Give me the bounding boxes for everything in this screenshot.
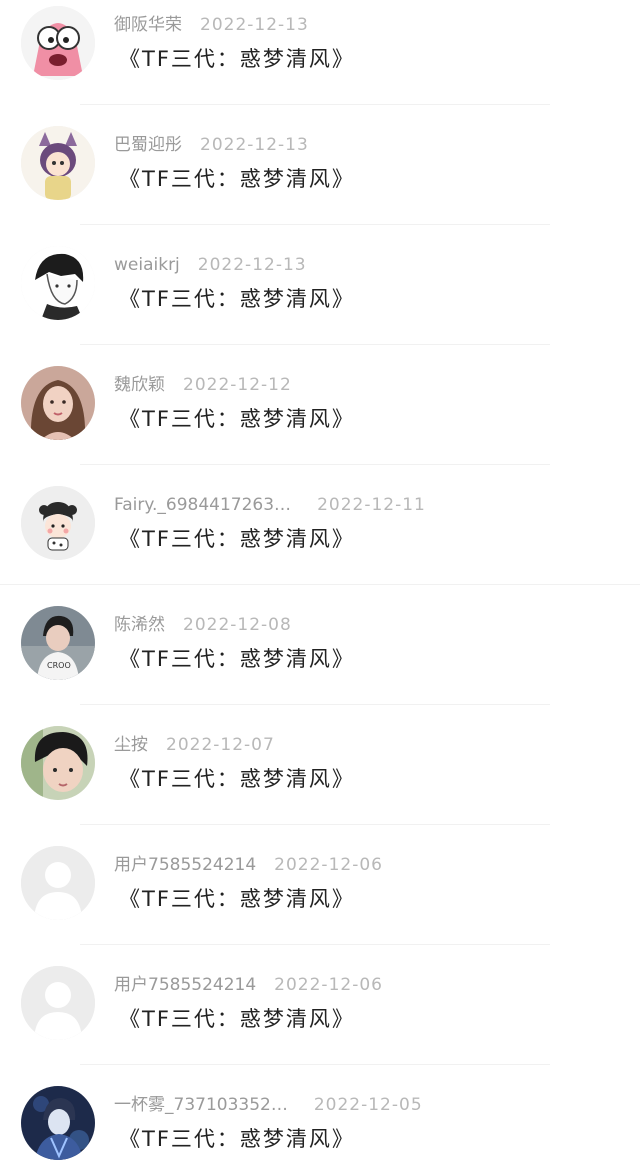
divider bbox=[80, 344, 550, 345]
username[interactable]: 巴蜀迎彤 bbox=[114, 135, 182, 155]
comment-date: 2022-12-11 bbox=[317, 495, 426, 515]
cartoon-girl-icon bbox=[21, 486, 95, 560]
comment-date: 2022-12-06 bbox=[274, 855, 383, 875]
comment-text: 《TF三代：惑梦清风》 bbox=[119, 1127, 355, 1151]
username[interactable]: Fairy._6984417263… bbox=[114, 495, 291, 515]
avatar[interactable]: CROO bbox=[21, 606, 95, 680]
comment-meta: 用户7585524214 2022-12-06 bbox=[114, 974, 383, 996]
comment-item: weiaikrj 2022-12-13 《TF三代：惑梦清风》 bbox=[0, 240, 640, 360]
comment-meta: 巴蜀迎彤 2022-12-13 bbox=[114, 134, 309, 156]
comment-item: 用户7585524214 2022-12-06 《TF三代：惑梦清风》 bbox=[0, 840, 640, 960]
comment-list: 御阪华荣 2022-12-13 《TF三代：惑梦清风》 巴蜀迎彤 2022-12-1… bbox=[0, 0, 640, 1165]
comment-meta: 尘按 2022-12-07 bbox=[114, 734, 275, 756]
divider bbox=[80, 1064, 550, 1065]
comment-item: 魏欣颖 2022-12-12 《TF三代：惑梦清风》 bbox=[0, 360, 640, 480]
comment-item: CROO 陈浠然 2022-12-08 《TF三代：惑梦清风》 bbox=[0, 600, 640, 720]
comment-text: 《TF三代：惑梦清风》 bbox=[119, 407, 355, 431]
username[interactable]: 魏欣颖 bbox=[114, 375, 165, 395]
comment-meta: 魏欣颖 2022-12-12 bbox=[114, 374, 292, 396]
comment-date: 2022-12-13 bbox=[200, 135, 309, 155]
comment-meta: Fairy._6984417263… 2022-12-11 bbox=[114, 494, 426, 516]
comment-item: 巴蜀迎彤 2022-12-13 《TF三代：惑梦清风》 bbox=[0, 120, 640, 240]
comment-text: 《TF三代：惑梦清风》 bbox=[119, 1007, 355, 1031]
avatar[interactable] bbox=[21, 6, 95, 80]
comment-item: 一杯雾_737103352… 2022-12-05 《TF三代：惑梦清风》 bbox=[0, 1080, 640, 1165]
username[interactable]: 御阪华荣 bbox=[114, 15, 182, 35]
comment-text: 《TF三代：惑梦清风》 bbox=[119, 527, 355, 551]
comment-meta: 一杯雾_737103352… 2022-12-05 bbox=[114, 1094, 423, 1116]
avatar[interactable] bbox=[21, 1086, 95, 1160]
comment-date: 2022-12-08 bbox=[183, 615, 292, 635]
comment-text: 《TF三代：惑梦清风》 bbox=[119, 287, 355, 311]
avatar[interactable] bbox=[21, 966, 95, 1040]
username[interactable]: 陈浠然 bbox=[114, 615, 165, 635]
username[interactable]: weiaikrj bbox=[114, 255, 180, 275]
comment-item: 用户7585524214 2022-12-06 《TF三代：惑梦清风》 bbox=[0, 960, 640, 1080]
svg-text:CROO: CROO bbox=[47, 661, 71, 670]
username[interactable]: 用户7585524214 bbox=[114, 975, 256, 995]
comment-meta: 御阪华荣 2022-12-13 bbox=[114, 14, 309, 36]
comment-date: 2022-12-12 bbox=[183, 375, 292, 395]
comment-item: 御阪华荣 2022-12-13 《TF三代：惑梦清风》 bbox=[0, 0, 640, 120]
divider bbox=[80, 104, 550, 105]
comment-meta: 用户7585524214 2022-12-06 bbox=[114, 854, 383, 876]
boy-photo-icon: CROO bbox=[21, 606, 95, 680]
avatar[interactable] bbox=[21, 486, 95, 560]
comment-meta: 陈浠然 2022-12-08 bbox=[114, 614, 292, 636]
default-user-icon bbox=[21, 846, 95, 920]
divider bbox=[80, 224, 550, 225]
avatar[interactable] bbox=[21, 126, 95, 200]
comment-date: 2022-12-05 bbox=[313, 1095, 423, 1115]
anime-blue-character-icon bbox=[21, 1086, 95, 1160]
comment-text: 《TF三代：惑梦清风》 bbox=[119, 167, 355, 191]
divider bbox=[80, 944, 550, 945]
comment-text: 《TF三代：惑梦清风》 bbox=[119, 647, 355, 671]
comment-item: Fairy._6984417263… 2022-12-11 《TF三代：惑梦清风》 bbox=[0, 480, 640, 600]
username[interactable]: 一杯雾_737103352… bbox=[114, 1095, 288, 1115]
avatar[interactable] bbox=[21, 246, 95, 320]
divider bbox=[80, 824, 550, 825]
divider bbox=[0, 584, 640, 585]
default-user-icon bbox=[21, 966, 95, 1040]
cartoon-starfish-icon bbox=[21, 6, 95, 80]
sketch-boy-icon bbox=[21, 246, 95, 320]
comment-item: 尘按 2022-12-07 《TF三代：惑梦清风》 bbox=[0, 720, 640, 840]
comment-meta: weiaikrj 2022-12-13 bbox=[114, 254, 307, 276]
avatar[interactable] bbox=[21, 846, 95, 920]
divider bbox=[80, 464, 550, 465]
comment-text: 《TF三代：惑梦清风》 bbox=[119, 767, 355, 791]
avatar[interactable] bbox=[21, 366, 95, 440]
username[interactable]: 尘按 bbox=[114, 735, 148, 755]
boy-closeup-photo-icon bbox=[21, 726, 95, 800]
comment-date: 2022-12-13 bbox=[197, 255, 307, 275]
comment-date: 2022-12-13 bbox=[200, 15, 309, 35]
comment-date: 2022-12-07 bbox=[166, 735, 275, 755]
anime-cat-girl-icon bbox=[21, 126, 95, 200]
comment-text: 《TF三代：惑梦清风》 bbox=[119, 887, 355, 911]
comment-text: 《TF三代：惑梦清风》 bbox=[119, 47, 355, 71]
divider bbox=[80, 704, 550, 705]
username[interactable]: 用户7585524214 bbox=[114, 855, 256, 875]
girl-photo-icon bbox=[21, 366, 95, 440]
avatar[interactable] bbox=[21, 726, 95, 800]
comment-date: 2022-12-06 bbox=[274, 975, 383, 995]
